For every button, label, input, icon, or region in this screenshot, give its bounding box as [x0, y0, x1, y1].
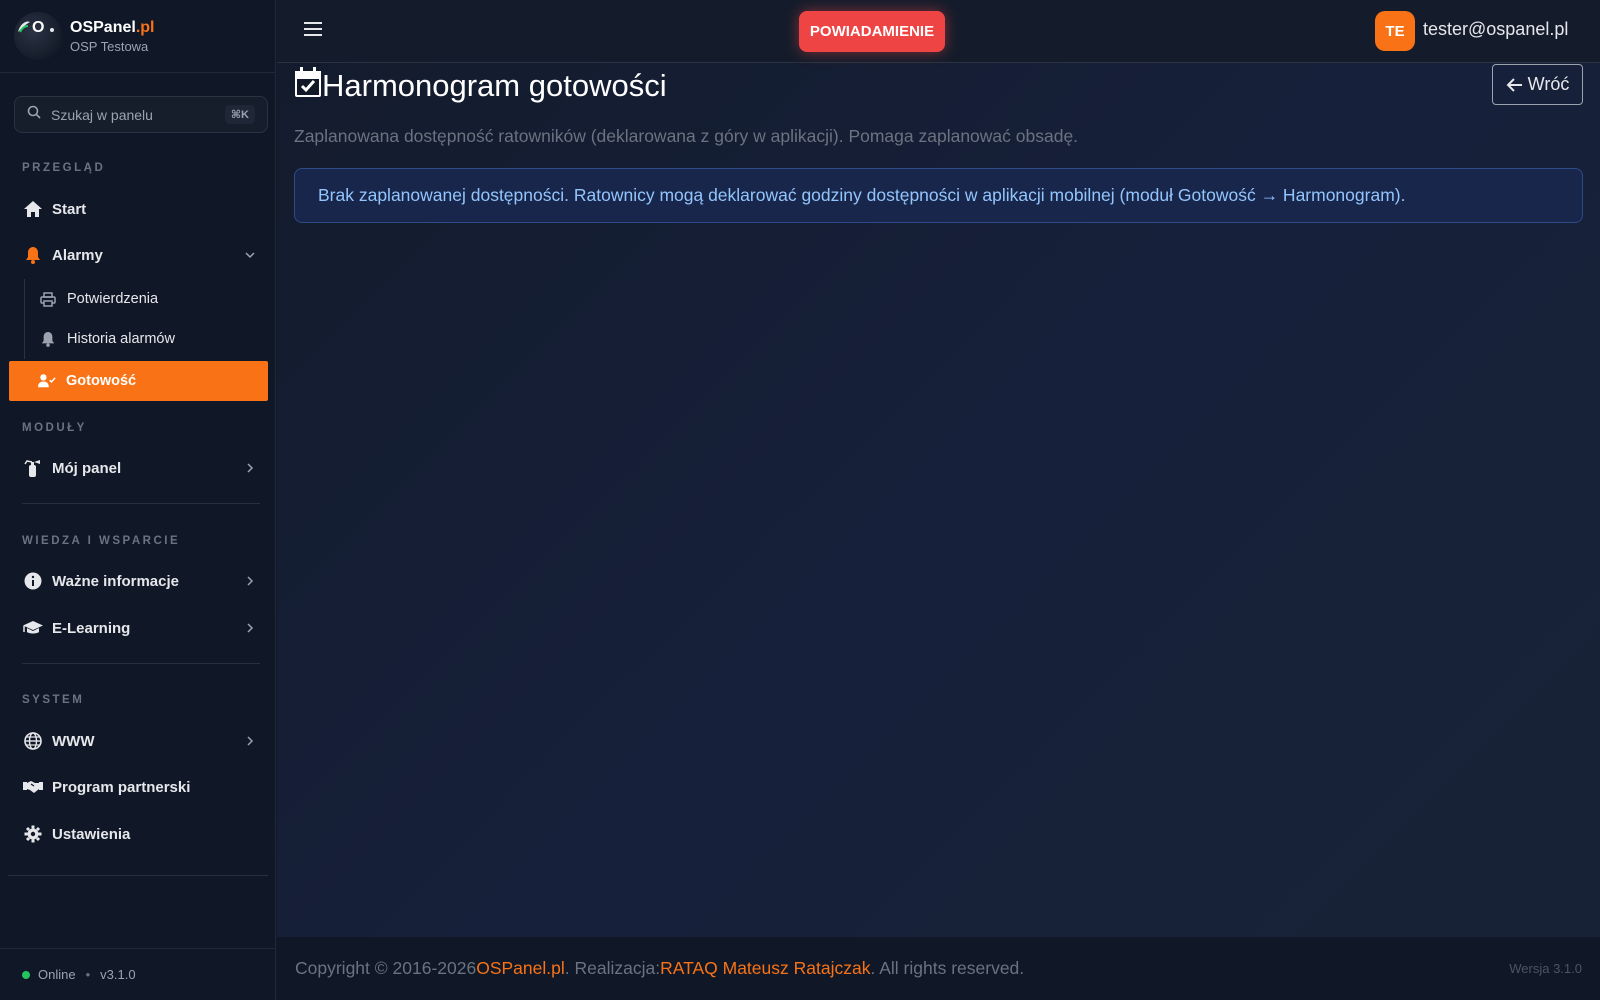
footer-copyright: Copyright © 2016-2026 — [295, 958, 477, 978]
footer-brand-link[interactable]: OSPanel.pl — [476, 958, 565, 979]
page-title: Harmonogram gotowości — [294, 66, 667, 106]
sidebar-item-label: Historia alarmów — [67, 331, 175, 347]
sidebar-item-alarms[interactable]: Alarmy — [8, 235, 268, 275]
notification-button[interactable]: POWIADAMIENIE — [799, 11, 945, 52]
chevron-right-icon — [244, 574, 256, 591]
bell-icon — [22, 244, 44, 266]
avatar[interactable]: TE — [1375, 11, 1415, 51]
arrow-left-icon — [1506, 77, 1522, 92]
divider — [8, 875, 268, 876]
sidebar-item-label: WWW — [52, 732, 95, 750]
app-version: v3.1.0 — [100, 967, 136, 982]
page-description: Zaplanowana dostępność ratowników (dekla… — [294, 126, 1079, 146]
sidebar-item-label: Start — [52, 200, 87, 218]
menu-toggle-icon[interactable] — [304, 21, 322, 42]
divider — [22, 503, 260, 504]
status-text: Online — [38, 967, 76, 982]
sidebar-item-confirmations[interactable]: Potwierdzenia — [24, 279, 268, 319]
sidebar-item-label: E-Learning — [52, 619, 131, 637]
sidebar-item-my-panel[interactable]: Mój panel — [8, 448, 268, 488]
handshake-icon — [22, 776, 44, 798]
chevron-right-icon — [244, 461, 256, 478]
footer-realization: . Realizacja: — [564, 958, 661, 978]
brand-name: OSPanel.pl — [70, 18, 155, 36]
calendar-check-icon — [294, 66, 322, 106]
search-placeholder: Szukaj w panelu — [51, 106, 153, 123]
globe-icon — [22, 730, 44, 752]
info-alert: Brak zaplanowanej dostępności. Ratownicy… — [294, 168, 1583, 223]
back-button-label: Wróć — [1527, 74, 1570, 94]
svg-text:O: O — [32, 19, 44, 36]
search-shortcut: ⌘K — [224, 105, 255, 124]
sidebar-item-label: Alarmy — [52, 246, 103, 264]
graduation-cap-icon — [22, 617, 44, 639]
sidebar-footer: Online • v3.1.0 — [0, 948, 276, 1000]
sidebar-item-label: Mój panel — [52, 459, 122, 477]
page-title-text: Harmonogram gotowości — [322, 68, 667, 103]
fire-extinguisher-icon — [22, 457, 44, 479]
user-check-icon — [38, 372, 56, 390]
chevron-right-icon — [244, 734, 256, 751]
sidebar-item-label: Gotowość — [66, 373, 137, 389]
sidebar-item-alarm-history[interactable]: Historia alarmów — [24, 319, 268, 359]
section-label-system: SYSTEM — [22, 694, 85, 706]
sidebar-item-www[interactable]: WWW — [8, 721, 268, 761]
printer-icon — [39, 290, 57, 308]
home-icon — [22, 198, 44, 220]
search-input[interactable]: Szukaj w panelu ⌘K — [14, 96, 268, 133]
brand[interactable]: O OSPanel.pl OSP Testowa — [0, 0, 275, 73]
chevron-right-icon — [244, 621, 256, 638]
brand-subtitle: OSP Testowa — [70, 38, 149, 54]
sidebar-item-start[interactable]: Start — [8, 189, 268, 229]
brand-logo: O — [14, 12, 62, 60]
footer-version: Wersja 3.1.0 — [1509, 961, 1582, 976]
section-label-modules: MODUŁY — [22, 422, 87, 434]
sidebar-item-partner-program[interactable]: Program partnerski — [8, 767, 268, 807]
footer: Copyright © 2016-2026 OSPanel.pl . Reali… — [277, 937, 1600, 1000]
sidebar: O OSPanel.pl OSP Testowa Szukaj w panelu… — [0, 0, 276, 1000]
status-dot — [22, 970, 30, 979]
user-email[interactable]: tester@ospanel.pl — [1423, 19, 1568, 40]
search-icon — [27, 105, 41, 124]
bell-icon — [39, 330, 57, 348]
sidebar-item-settings[interactable]: Ustawienia — [8, 814, 268, 854]
section-label-knowledge: WIEDZA I WSPARCIE — [22, 535, 181, 547]
sidebar-item-label: Program partnerski — [52, 778, 191, 796]
divider — [22, 663, 260, 664]
separator-dot: • — [85, 967, 91, 982]
sidebar-item-label: Potwierdzenia — [67, 291, 159, 307]
footer-author-link[interactable]: RATAQ Mateusz Ratajczak — [660, 958, 870, 979]
sidebar-item-label: Ważne informacje — [52, 572, 179, 590]
back-button[interactable]: Wróć — [1492, 64, 1583, 105]
chevron-down-icon — [244, 248, 256, 265]
gear-icon — [22, 823, 44, 845]
section-label-overview: PRZEGLĄD — [22, 162, 106, 174]
sidebar-item-label: Ustawienia — [52, 825, 131, 843]
footer-rights: . All rights reserved. — [870, 958, 1025, 978]
topbar: POWIADAMIENIE TE tester@ospanel.pl — [277, 0, 1600, 63]
sidebar-item-important-info[interactable]: Ważne informacje — [8, 561, 268, 601]
main-content: POWIADAMIENIE TE tester@ospanel.pl Harmo… — [277, 0, 1600, 1000]
sidebar-item-readiness[interactable]: Gotowość — [9, 361, 268, 401]
sidebar-item-elearning[interactable]: E-Learning — [8, 608, 268, 648]
info-circle-icon — [22, 570, 44, 592]
